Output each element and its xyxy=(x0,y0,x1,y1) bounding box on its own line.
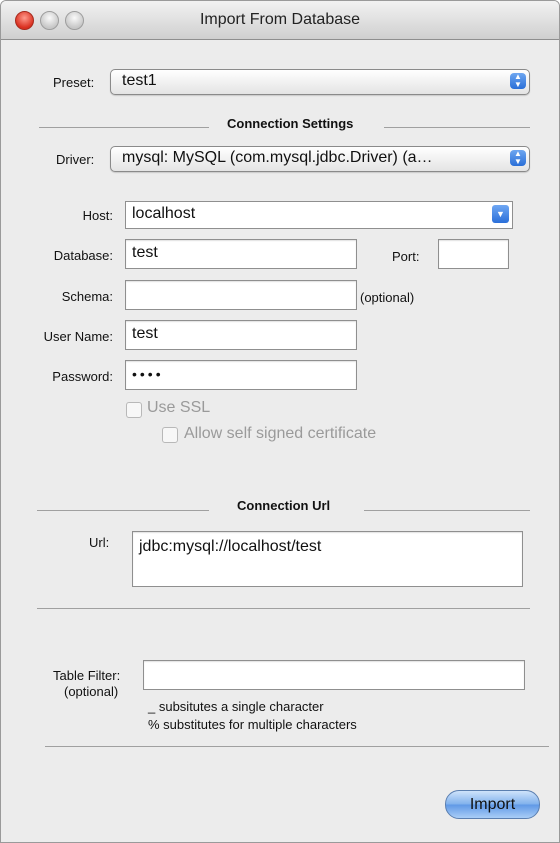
allow-self-signed-label: Allow self signed certificate xyxy=(184,425,377,442)
host-label: Host: xyxy=(82,208,113,223)
password-label: Password: xyxy=(52,369,113,384)
url-field[interactable]: jdbc:mysql://localhost/test xyxy=(132,531,523,587)
preset-value: test1 xyxy=(122,72,157,89)
table-filter-label: Table Filter: xyxy=(53,668,121,683)
password-value: •••• xyxy=(132,366,164,382)
updown-arrows-icon: ▲ ▼ xyxy=(510,73,526,89)
database-label: Database: xyxy=(53,248,113,263)
table-filter-field[interactable] xyxy=(143,660,525,690)
table-filter-hint-multiple: % substitutes for multiple characters xyxy=(148,717,357,732)
host-combobox[interactable]: localhost ▼ xyxy=(125,201,513,229)
allow-self-signed-checkbox[interactable] xyxy=(162,427,178,443)
divider-right xyxy=(384,127,530,128)
chevron-down-icon[interactable]: ▼ xyxy=(492,205,509,223)
use-ssl-checkbox[interactable] xyxy=(126,402,142,418)
preset-select[interactable]: test1 ▲ ▼ xyxy=(110,69,530,95)
username-field[interactable]: test xyxy=(125,320,357,350)
title-bar: Import From Database xyxy=(1,1,559,40)
schema-optional-hint: (optional) xyxy=(360,290,415,305)
driver-value: mysql: MySQL (com.mysql.jdbc.Driver) (a… xyxy=(122,149,433,166)
table-filter-optional: (optional) xyxy=(64,684,119,699)
database-field[interactable]: test xyxy=(125,239,357,269)
table-filter-hint-single: _ subsitutes a single character xyxy=(148,699,324,714)
url-value: jdbc:mysql://localhost/test xyxy=(139,538,322,555)
divider-right xyxy=(364,510,530,511)
database-value: test xyxy=(132,244,158,261)
schema-field[interactable] xyxy=(125,280,357,310)
divider xyxy=(45,746,549,747)
url-label: Url: xyxy=(89,535,110,550)
use-ssl-label: Use SSL xyxy=(147,399,211,416)
import-dialog: Import From Database Preset: test1 ▲ ▼ Co… xyxy=(0,0,560,843)
connection-settings-title: Connection Settings xyxy=(227,116,354,131)
divider-left xyxy=(37,510,209,511)
host-value: localhost xyxy=(132,205,196,222)
port-label: Port: xyxy=(392,249,420,264)
window-title: Import From Database xyxy=(199,11,361,28)
divider xyxy=(37,608,530,609)
driver-label: Driver: xyxy=(56,152,95,167)
schema-label: Schema: xyxy=(61,289,113,304)
import-button[interactable]: Import xyxy=(445,790,540,819)
username-label: User Name: xyxy=(43,329,113,344)
driver-select[interactable]: mysql: MySQL (com.mysql.jdbc.Driver) (a…… xyxy=(110,146,530,172)
port-field[interactable] xyxy=(438,239,509,269)
username-value: test xyxy=(132,325,158,342)
updown-arrows-icon: ▲ ▼ xyxy=(510,150,526,166)
password-field[interactable]: •••• xyxy=(125,360,357,390)
divider-left xyxy=(39,127,209,128)
connection-url-title: Connection Url xyxy=(237,498,331,513)
preset-label: Preset: xyxy=(53,75,95,90)
